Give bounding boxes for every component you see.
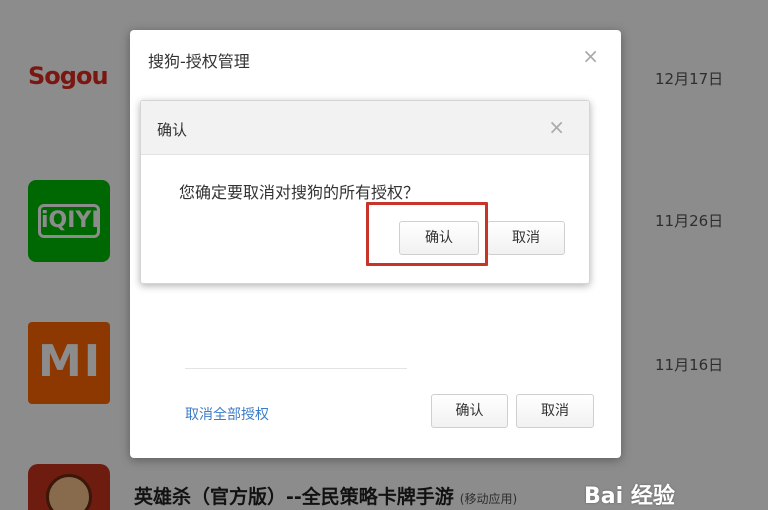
confirm-dialog: 确认 × 您确定要取消对搜狗的所有授权？ 确认 取消 [140,100,590,284]
confirm-dialog-title: 确认 [157,121,188,139]
confirm-dialog-header: 确认 × [141,101,589,155]
confirm-button[interactable]: 确认 [431,394,508,428]
baidu-watermark: Bai 经验 [584,484,675,509]
dialog-title: 搜狗-授权管理 [148,52,250,71]
cancel-button[interactable]: 取消 [516,394,594,428]
close-icon[interactable]: × [582,46,599,66]
confirm-message: 您确定要取消对搜狗的所有授权？ [179,183,420,202]
divider [185,368,407,369]
highlight-box [366,202,488,266]
revoke-all-link[interactable]: 取消全部授权 [185,404,269,424]
cancel-button[interactable]: 取消 [487,221,565,255]
close-icon[interactable]: × [548,117,565,137]
